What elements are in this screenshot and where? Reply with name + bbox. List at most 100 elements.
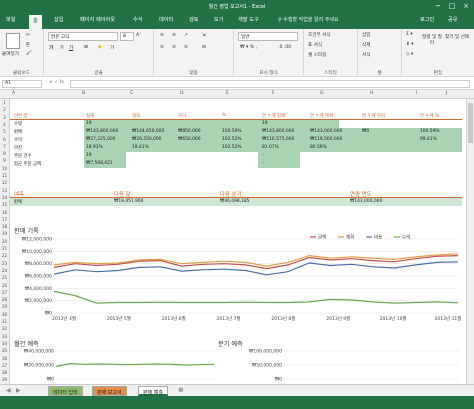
table-cell[interactable]: 102.52% bbox=[222, 145, 242, 150]
row-header[interactable]: 3 bbox=[0, 115, 9, 120]
forecast-value[interactable]: ₩143,000,000 bbox=[350, 199, 382, 204]
table-cell[interactable]: 수량 bbox=[14, 121, 22, 127]
align-right-icon[interactable]: ≡ bbox=[184, 45, 188, 50]
delete-cells-button[interactable]: 삭제 bbox=[362, 42, 370, 48]
table-cell[interactable]: 19 bbox=[86, 153, 92, 158]
table-cell[interactable]: ₩143,800,000 bbox=[86, 129, 118, 134]
row-header[interactable]: 39 bbox=[0, 377, 9, 382]
table-cell[interactable]: 100.59% bbox=[222, 129, 242, 134]
table-cell[interactable]: 판매 bbox=[14, 129, 22, 135]
orientation-icon[interactable]: ↗ bbox=[184, 33, 188, 38]
sheet-tab-data-entry[interactable]: 데이터 입력 bbox=[48, 386, 83, 396]
row-header[interactable]: 37 bbox=[0, 363, 9, 368]
column-header[interactable]: H bbox=[370, 91, 373, 96]
row-header[interactable]: 18 bbox=[0, 224, 9, 229]
row-header[interactable]: 25 bbox=[0, 275, 9, 280]
row-header[interactable]: 22 bbox=[0, 253, 9, 258]
copy-icon[interactable]: ⎘ bbox=[26, 42, 30, 48]
column-header[interactable]: G bbox=[320, 91, 324, 96]
column-header[interactable]: F bbox=[272, 91, 275, 96]
table-cell[interactable]: ₩143,000,000 bbox=[310, 129, 342, 134]
sign-in-link[interactable]: 로그인 bbox=[420, 16, 434, 23]
autosum-icon[interactable]: Σ ▾ bbox=[406, 32, 413, 37]
table-cell[interactable]: 수익 bbox=[14, 137, 22, 143]
number-format-box[interactable]: 일반 bbox=[238, 32, 298, 41]
clear-icon[interactable]: ◇ ▾ bbox=[406, 52, 413, 57]
maximize-button[interactable]: □ bbox=[446, 1, 458, 12]
row-header[interactable]: 19 bbox=[0, 231, 9, 236]
table-cell[interactable]: ₩0 bbox=[362, 129, 369, 134]
find-select-button[interactable]: 찾기 및 선택 bbox=[444, 34, 470, 40]
row-header[interactable]: 34 bbox=[0, 341, 9, 346]
column-header[interactable]: E bbox=[226, 91, 229, 96]
underline-icon[interactable]: 가 bbox=[69, 45, 73, 51]
cell-styles-button[interactable]: 셀 스타일 bbox=[308, 52, 326, 58]
border-icon[interactable]: ⊞ bbox=[84, 45, 88, 50]
column-header[interactable]: D bbox=[180, 91, 184, 96]
tell-me-search[interactable]: ♀ 수행할 작업을 알려 주세요 bbox=[278, 16, 339, 23]
row-header[interactable]: 33 bbox=[0, 334, 9, 339]
table-cell[interactable]: 마진 bbox=[14, 145, 22, 151]
row-header[interactable]: 27 bbox=[0, 290, 9, 295]
row-header[interactable]: 23 bbox=[0, 261, 9, 266]
align-left-icon[interactable]: ≡ bbox=[160, 45, 164, 50]
table-cell[interactable]: 80.59% bbox=[310, 145, 327, 150]
row-header[interactable]: 2 bbox=[0, 107, 9, 112]
add-sheet-icon[interactable]: ⊕ bbox=[178, 386, 184, 394]
row-header[interactable]: 10 bbox=[0, 166, 9, 171]
tab-insert[interactable]: 삽입 bbox=[54, 16, 64, 23]
format-cells-button[interactable]: 서식 bbox=[362, 52, 370, 58]
italic-icon[interactable]: 가 bbox=[59, 45, 63, 51]
insert-cells-button[interactable]: 삽입 bbox=[362, 32, 370, 38]
table-cell[interactable]: 99.41% bbox=[420, 137, 437, 142]
worksheet-grid[interactable]: 이번 달 실제 계획 차이% 연 누계 실제 연 누계 계획 연 누계 차이 연 누계 % 수량… bbox=[10, 99, 466, 384]
table-cell[interactable]: ₩26,550,000 bbox=[132, 137, 161, 142]
row-header[interactable]: 29 bbox=[0, 304, 9, 309]
row-header[interactable]: 38 bbox=[0, 370, 9, 375]
row-header[interactable]: 1 bbox=[0, 100, 9, 105]
table-cell[interactable]: 18.93% bbox=[86, 145, 103, 150]
column-header[interactable]: A bbox=[12, 91, 15, 96]
tab-developer[interactable]: 개발 도구 bbox=[238, 16, 259, 23]
row-header[interactable]: 32 bbox=[0, 326, 9, 331]
row-header[interactable]: 11 bbox=[0, 173, 9, 178]
paste-button[interactable]: 붙여넣기 bbox=[2, 51, 19, 57]
sheet-tab-sales-report[interactable]: 판매 보고서 bbox=[92, 386, 127, 396]
font-size-box[interactable]: 8 bbox=[120, 32, 134, 41]
row-header[interactable]: 9 bbox=[0, 158, 9, 163]
tab-file[interactable]: 파일 bbox=[6, 16, 16, 23]
share-button[interactable]: 공유 bbox=[448, 16, 458, 23]
wrap-text-icon[interactable]: ⇲ bbox=[202, 33, 206, 38]
fill-icon[interactable]: ⬇ ▾ bbox=[406, 42, 414, 47]
row-header[interactable]: 6 bbox=[0, 137, 9, 142]
tab-view[interactable]: 보기 bbox=[214, 16, 224, 23]
row-header[interactable]: 5 bbox=[0, 129, 9, 134]
fill-color-icon[interactable]: ◆ bbox=[98, 45, 102, 50]
row-header[interactable]: 20 bbox=[0, 239, 9, 244]
font-color-icon[interactable]: 가 bbox=[110, 45, 114, 51]
decimal-icon[interactable]: .0 .00 bbox=[278, 45, 291, 50]
minimize-button[interactable]: − bbox=[432, 1, 444, 12]
row-header[interactable]: 13 bbox=[0, 188, 9, 193]
tab-data[interactable]: 데이터 bbox=[159, 16, 173, 23]
row-header[interactable]: 35 bbox=[0, 348, 9, 353]
table-cell[interactable]: - bbox=[262, 153, 264, 158]
row-header[interactable]: 28 bbox=[0, 297, 9, 302]
row-header[interactable]: 8 bbox=[0, 151, 9, 156]
table-cell[interactable]: ₩650,000 bbox=[178, 137, 201, 142]
align-middle-icon[interactable]: ≡ bbox=[172, 33, 176, 38]
table-cell[interactable]: 평균 주문 금액 bbox=[14, 161, 41, 167]
row-header[interactable]: 24 bbox=[0, 268, 9, 273]
row-header[interactable]: 12 bbox=[0, 180, 9, 185]
row-header[interactable]: 16 bbox=[0, 210, 9, 215]
row-header[interactable]: 4 bbox=[0, 122, 9, 127]
tab-page-layout[interactable]: 페이지 레이아웃 bbox=[80, 16, 115, 23]
forecast-value[interactable]: ₩46,098,185 bbox=[220, 199, 249, 204]
formula-input[interactable] bbox=[70, 80, 470, 88]
sheet-tab-sales-forecast[interactable]: 판매 예측 bbox=[138, 386, 168, 396]
currency-icon[interactable]: ₩ ▾ % , bbox=[240, 45, 257, 50]
row-header[interactable]: 17 bbox=[0, 217, 9, 222]
tab-review[interactable]: 검토 bbox=[189, 16, 199, 23]
formula-buttons[interactable]: : × ✓ fx bbox=[46, 80, 64, 85]
row-header[interactable]: 30 bbox=[0, 312, 9, 317]
